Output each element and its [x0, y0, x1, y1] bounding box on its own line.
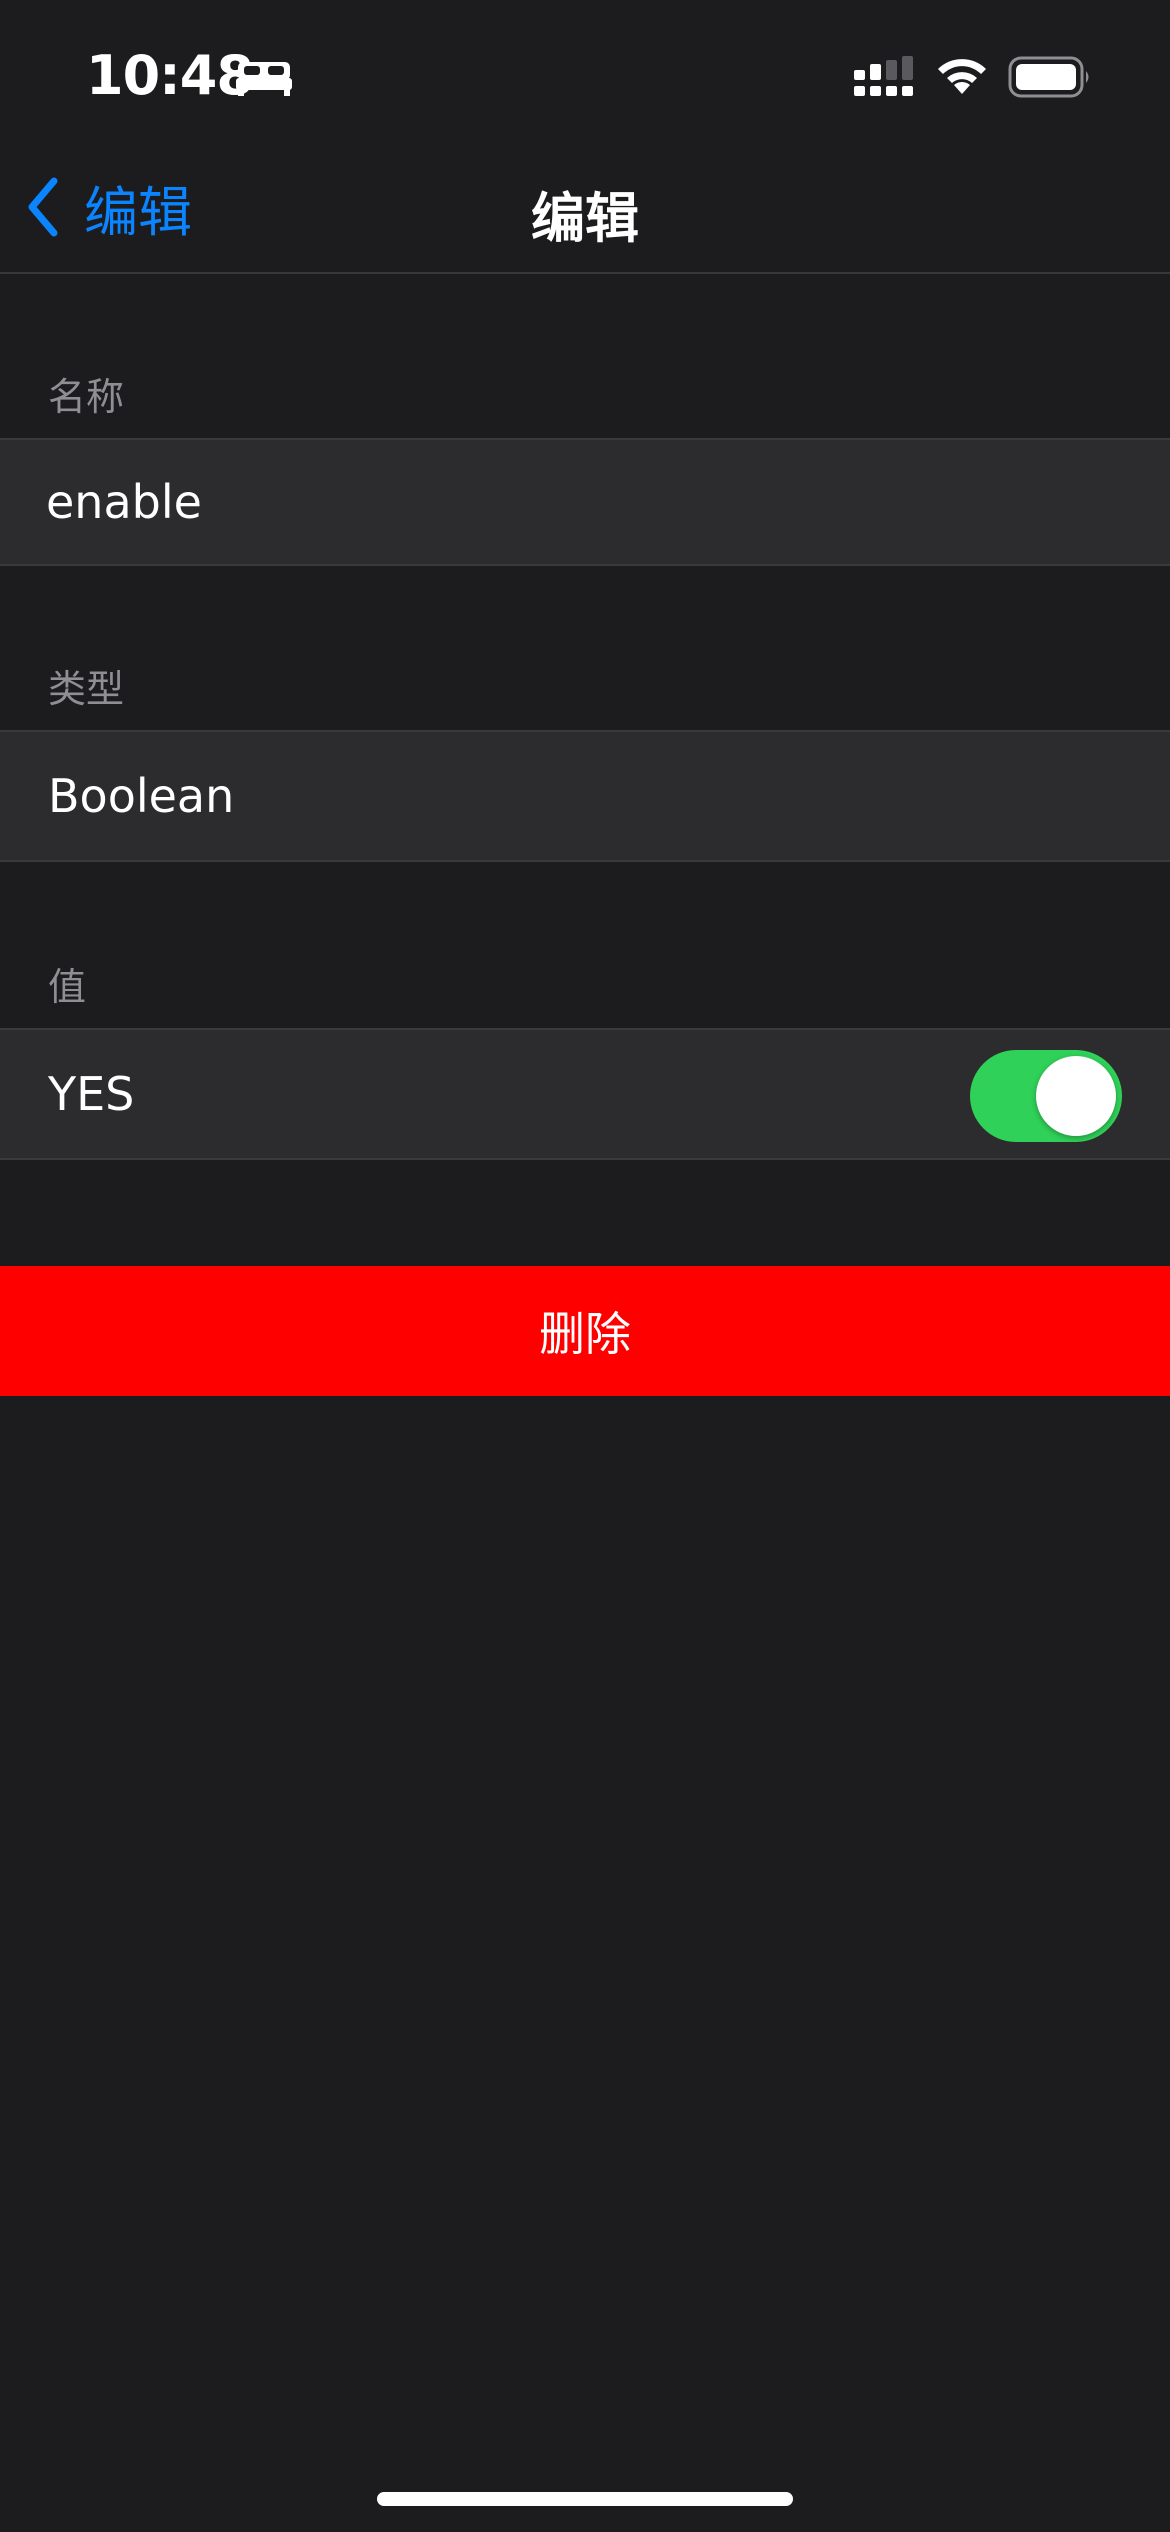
battery-icon	[1008, 56, 1089, 98]
value-toggle[interactable]	[970, 1050, 1122, 1142]
status-bar: 10:48	[0, 0, 1170, 140]
value-label: YES	[48, 1067, 135, 1121]
chevron-left-icon	[28, 177, 58, 237]
screen: 10:48 编辑 编辑 名称 enable 类型 Boolean 值 YES 删…	[0, 0, 1170, 2532]
wifi-icon	[938, 59, 986, 94]
name-section-header: 名称	[48, 375, 125, 419]
back-button-label: 编辑	[84, 180, 192, 244]
navigation-bar: 编辑 编辑	[0, 140, 1170, 274]
bed-icon	[236, 62, 292, 96]
status-time: 10:48	[86, 44, 254, 107]
type-section-header: 类型	[48, 667, 125, 711]
type-cell[interactable]: Boolean	[0, 730, 1170, 862]
type-value: Boolean	[48, 769, 235, 823]
home-indicator[interactable]	[377, 2492, 793, 2506]
value-cell: YES	[0, 1028, 1170, 1160]
delete-button-label: 删除	[539, 1307, 631, 1361]
value-section-header: 值	[48, 965, 87, 1009]
name-cell	[0, 438, 1170, 566]
name-field[interactable]	[46, 475, 1046, 529]
cellular-signal-icon	[854, 56, 913, 96]
back-button[interactable]: 编辑	[22, 172, 192, 244]
delete-button[interactable]: 删除	[0, 1266, 1170, 1396]
toggle-knob	[1036, 1056, 1116, 1136]
